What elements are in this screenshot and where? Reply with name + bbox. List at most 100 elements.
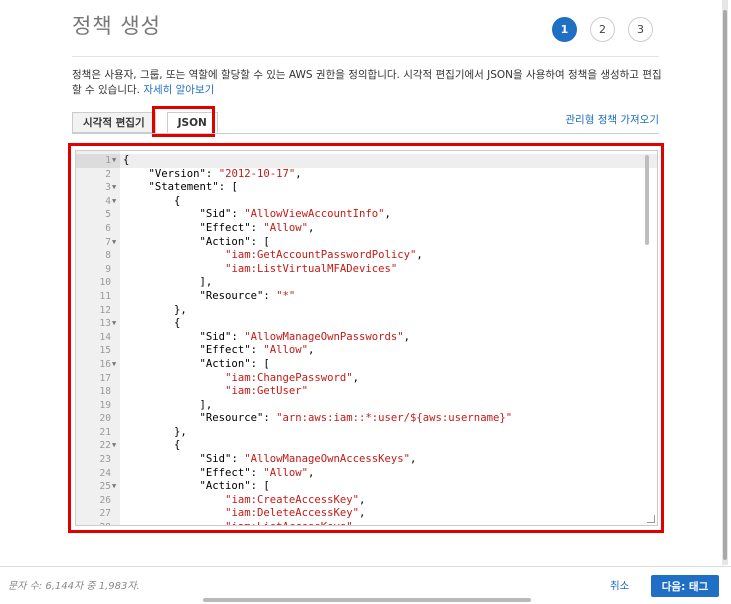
code-line[interactable]: 28 "iam:ListAccessKeys", xyxy=(76,521,657,525)
code-line[interactable]: 14 "Sid": "AllowManageOwnPasswords", xyxy=(76,331,657,345)
code-text: "iam:ListAccessKeys", xyxy=(123,521,359,525)
code-line[interactable]: 12 }, xyxy=(76,304,657,318)
line-number: 19 xyxy=(99,399,111,411)
wizard-steps: 1 2 3 xyxy=(552,17,653,42)
code-text: { xyxy=(123,317,181,330)
line-number: 18 xyxy=(99,386,111,398)
line-number: 9 xyxy=(105,263,111,275)
code-text: ], xyxy=(123,276,213,289)
code-text: "iam:ListVirtualMFADevices" xyxy=(225,262,398,275)
code-line[interactable]: 24 "Effect": "Allow", xyxy=(76,467,657,481)
code-text: { xyxy=(123,154,130,166)
code-text: "Effect": "Allow", xyxy=(199,344,315,357)
code-line[interactable]: 5 "Sid": "AllowViewAccountInfo", xyxy=(76,208,657,222)
cancel-button[interactable]: 취소 xyxy=(610,578,629,593)
line-number: 20 xyxy=(99,413,111,425)
code-text: "Sid": "AllowManageOwnPasswords", xyxy=(199,330,411,343)
line-number: 5 xyxy=(105,209,111,221)
editor-scrollbar[interactable] xyxy=(645,155,649,245)
code-text: "iam:GetUser" xyxy=(225,385,308,398)
code-text: "Action": [ xyxy=(199,235,270,248)
code-line[interactable]: 13 ▼ { xyxy=(76,317,657,331)
code-line[interactable]: 1 ▼{ xyxy=(76,154,657,168)
line-number: 23 xyxy=(99,454,111,466)
code-text: "Resource": "arn:aws:iam::*:user/${aws:u… xyxy=(199,412,513,425)
code-line[interactable]: 6 "Effect": "Allow", xyxy=(76,222,657,236)
code-line[interactable]: 9 "iam:ListVirtualMFADevices" xyxy=(76,263,657,277)
code-line[interactable]: 18 "iam:GetUser" xyxy=(76,385,657,399)
fold-arrow-icon[interactable]: ▼ xyxy=(112,195,116,209)
line-number: 15 xyxy=(99,345,111,357)
line-number: 6 xyxy=(105,222,111,234)
editor-lines: 1 ▼{2 "Version": "2012-10-17", 3 ▼ "Stateme… xyxy=(76,154,657,525)
code-line[interactable]: 23 "Sid": "AllowManageOwnAccessKeys", xyxy=(76,453,657,467)
line-number: 21 xyxy=(99,426,111,438)
code-text: }, xyxy=(123,425,187,438)
json-editor[interactable]: 1 ▼{2 "Version": "2012-10-17", 3 ▼ "Stateme… xyxy=(75,150,658,526)
code-text: "Action": [ xyxy=(199,480,270,493)
code-line[interactable]: 3 ▼ "Statement": [ xyxy=(76,181,657,195)
code-line[interactable]: 7 ▼ "Action": [ xyxy=(76,236,657,250)
line-number: 28 xyxy=(76,521,120,525)
code-line[interactable]: 15 "Effect": "Allow", xyxy=(76,344,657,358)
code-line[interactable]: 25 ▼ "Action": [ xyxy=(76,480,657,494)
next-tags-button[interactable]: 다음: 태그 xyxy=(651,575,719,597)
line-number: 17 xyxy=(99,372,111,384)
code-text: "Resource": "*" xyxy=(199,289,296,302)
title-divider xyxy=(72,56,659,57)
fold-arrow-icon[interactable]: ▼ xyxy=(112,439,116,453)
code-text: "iam:CreateAccessKey", xyxy=(225,493,366,506)
code-text: "Effect": "Allow", xyxy=(199,466,315,479)
policy-description: 정책은 사용자, 그룹, 또는 역할에 할당할 수 있는 AWS 권한을 정의합… xyxy=(72,68,662,98)
step-1[interactable]: 1 xyxy=(552,17,577,42)
line-number: 11 xyxy=(99,290,111,302)
code-line[interactable]: 20 "Resource": "arn:aws:iam::*:user/${aw… xyxy=(76,412,657,426)
fold-arrow-icon[interactable]: ▼ xyxy=(112,181,116,195)
import-managed-policy-link[interactable]: 관리형 정책 가져오기 xyxy=(565,112,659,127)
code-line[interactable]: 22 ▼ { xyxy=(76,439,657,453)
fold-arrow-icon[interactable]: ▼ xyxy=(112,480,116,494)
footer-divider xyxy=(0,566,731,567)
learn-more-link[interactable]: 자세히 알아보기 xyxy=(143,84,214,96)
code-text: { xyxy=(123,439,181,452)
line-number: 10 xyxy=(99,277,111,289)
code-text: }, xyxy=(123,303,187,316)
code-line[interactable]: 16 ▼ "Action": [ xyxy=(76,358,657,372)
line-number: 2 xyxy=(105,168,111,180)
code-line[interactable]: 4 ▼ { xyxy=(76,195,657,209)
code-text: "Effect": "Allow", xyxy=(199,221,315,234)
fold-arrow-icon[interactable]: ▼ xyxy=(112,317,116,331)
step-2[interactable]: 2 xyxy=(590,17,615,42)
code-text: "iam:ChangePassword", xyxy=(225,371,360,384)
code-text: { xyxy=(123,194,181,207)
code-line[interactable]: 10 ], xyxy=(76,276,657,290)
code-line[interactable]: 19 ], xyxy=(76,399,657,413)
line-number: 8 xyxy=(105,250,111,262)
code-text: "Sid": "AllowViewAccountInfo", xyxy=(199,208,391,221)
editor-resize-handle[interactable] xyxy=(647,515,655,523)
fold-arrow-icon[interactable]: ▼ xyxy=(112,236,116,250)
page-scrollbar[interactable] xyxy=(723,10,727,560)
line-number: 26 xyxy=(99,494,111,506)
character-count: 문자 수: 6,144자 중 1,983자. xyxy=(8,581,140,592)
code-text: "Statement": [ xyxy=(148,181,238,194)
line-number: 12 xyxy=(99,304,111,316)
code-line[interactable]: 17 "iam:ChangePassword", xyxy=(76,372,657,386)
code-line[interactable]: 27 "iam:DeleteAccessKey", xyxy=(76,507,657,521)
line-number: 14 xyxy=(99,331,111,343)
step-3[interactable]: 3 xyxy=(628,17,653,42)
horizontal-scrollbar[interactable] xyxy=(203,598,531,602)
code-line[interactable]: 8 "iam:GetAccountPasswordPolicy", xyxy=(76,249,657,263)
code-line[interactable]: 2 "Version": "2012-10-17", xyxy=(76,168,657,182)
code-text: "Version": "2012-10-17", xyxy=(148,167,302,180)
tab-visual-editor[interactable]: 시각적 편집기 xyxy=(72,112,156,133)
code-text: "iam:DeleteAccessKey", xyxy=(225,507,366,520)
fold-arrow-icon[interactable]: ▼ xyxy=(112,154,116,168)
tab-divider xyxy=(72,133,659,134)
fold-arrow-icon[interactable]: ▼ xyxy=(112,358,116,372)
code-line[interactable]: 26 "iam:CreateAccessKey", xyxy=(76,494,657,508)
code-line[interactable]: 11 "Resource": "*" xyxy=(76,290,657,304)
line-number: 24 xyxy=(99,467,111,479)
code-line[interactable]: 21 }, xyxy=(76,426,657,440)
code-text: ], xyxy=(123,398,213,411)
